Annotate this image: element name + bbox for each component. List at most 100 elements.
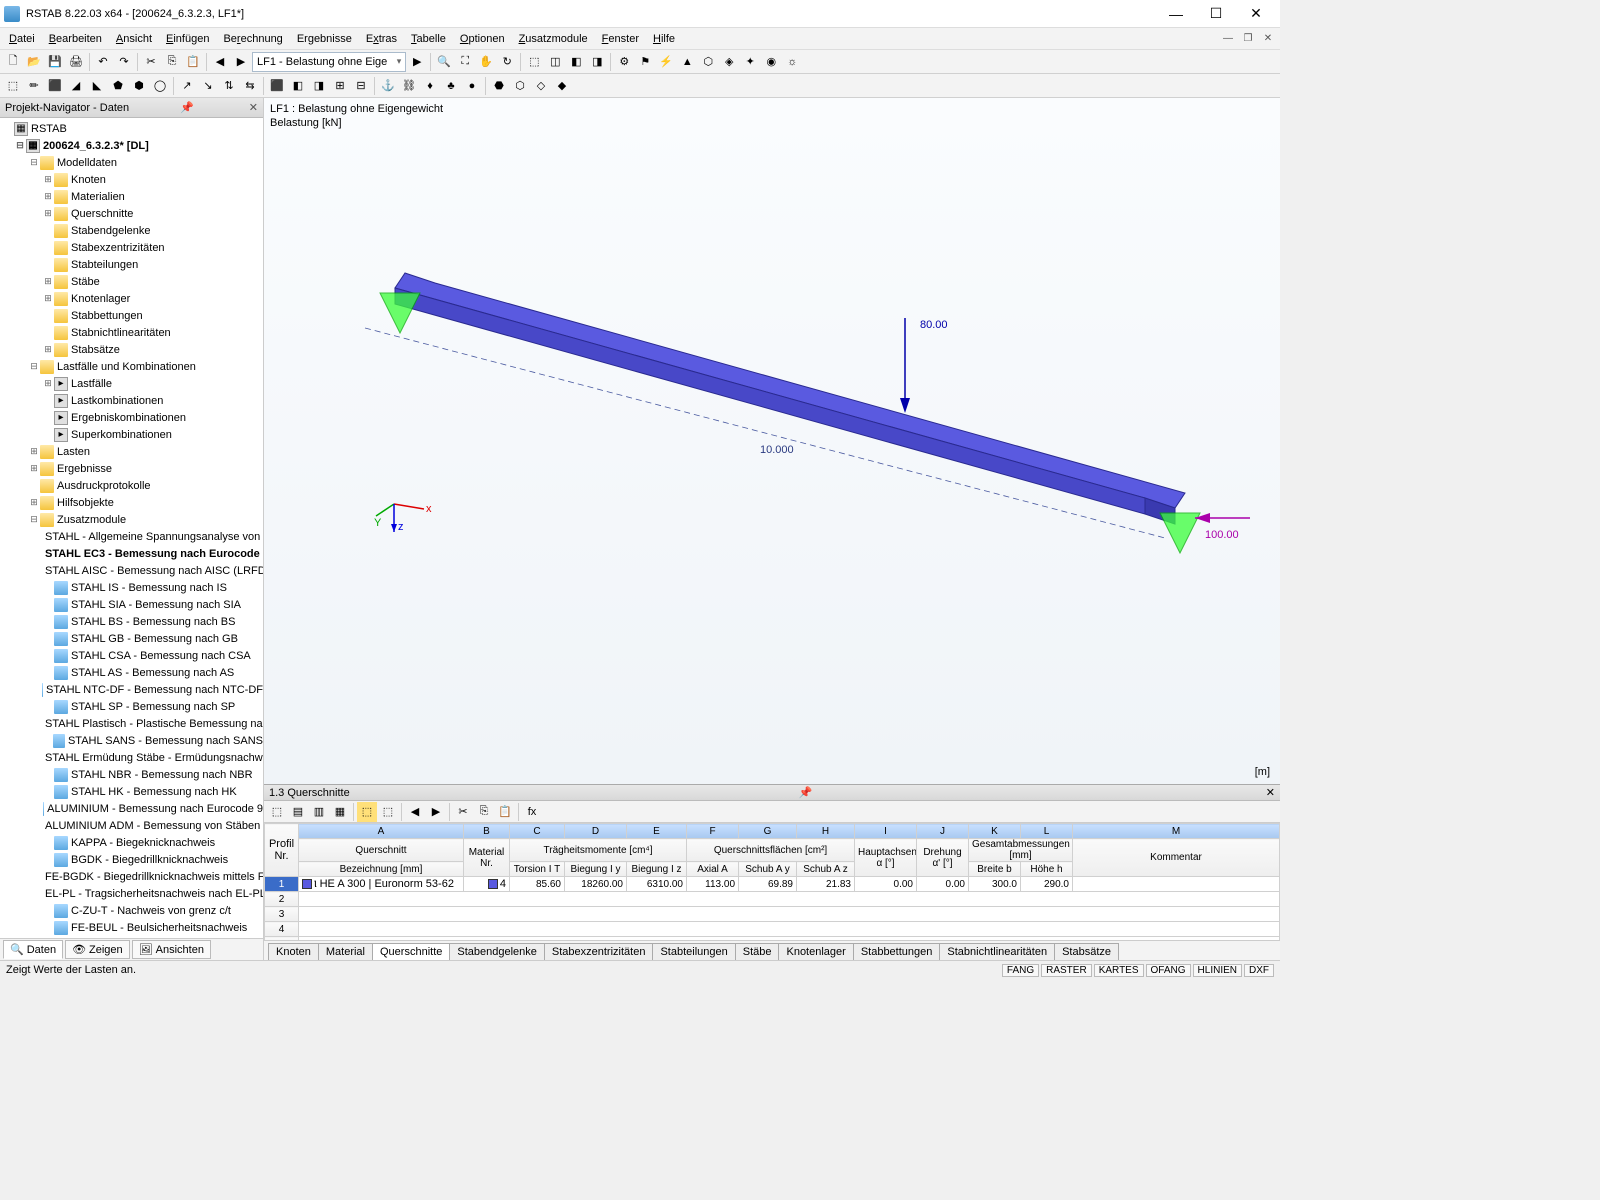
t2-w-icon[interactable]: ⬣ [489,76,509,96]
loadcase-combo[interactable]: LF1 - Belastung ohne Eige [252,52,406,72]
menu-fenster[interactable]: Fenster [595,31,646,47]
new-icon[interactable]: 🗋 [3,52,23,72]
t2-z-icon[interactable]: ◆ [552,76,572,96]
tree-module[interactable]: C-ZU-T - Nachweis von grenz c/t [0,902,263,919]
t2-r-icon[interactable]: ⚓ [378,76,398,96]
nav-close-icon[interactable]: ✕ [249,101,258,114]
maximize-button[interactable]: ☐ [1196,0,1236,28]
t2-b-icon[interactable]: ✏ [24,76,44,96]
tree-module[interactable]: STAHL SANS - Bemessung nach SANS [0,732,263,749]
copy-icon[interactable]: ⎘ [162,52,182,72]
tree-item[interactable]: ▸Ergebniskombinationen [0,409,263,426]
tree-module[interactable]: STAHL Ermüdung Stäbe - Ermüdungsnachwe [0,749,263,766]
table-tab[interactable]: Stabsätze [1054,943,1119,960]
tool-b-icon[interactable]: ◫ [545,52,565,72]
tree-ergebnisse[interactable]: ⊞Ergebnisse [0,460,263,477]
tree-item[interactable]: ⊞Querschnitte [0,205,263,222]
tree-root[interactable]: ▦RSTAB [0,120,263,137]
zoom-icon[interactable]: 🔍 [434,52,454,72]
col-B[interactable]: B [464,824,510,839]
tt-l-icon[interactable]: fx [522,802,542,822]
tt-b-icon[interactable]: ▤ [288,802,308,822]
tree-item[interactable]: Stabendgelenke [0,222,263,239]
table-tab[interactable]: Material [318,943,373,960]
col-F[interactable]: F [687,824,739,839]
tool-f-icon[interactable]: ⚑ [635,52,655,72]
tool-d-icon[interactable]: ◨ [587,52,607,72]
tt-a-icon[interactable]: ⬚ [267,802,287,822]
status-toggle[interactable]: RASTER [1041,964,1092,977]
menu-zusatzmodule[interactable]: Zusatzmodule [512,31,595,47]
t2-a-icon[interactable]: ⬚ [3,76,23,96]
paste-icon[interactable]: 📋 [183,52,203,72]
menu-einfuegen[interactable]: Einfügen [159,31,216,47]
col-L[interactable]: L [1021,824,1073,839]
table-row[interactable]: 1 Ⲓ HE A 300 | Euronorm 53-62 4 85.60 18… [265,877,1280,892]
tool-j-icon[interactable]: ◈ [719,52,739,72]
tree-module[interactable]: BGDK - Biegedrillknicknachweis [0,851,263,868]
tree-module[interactable]: STAHL SIA - Bemessung nach SIA [0,596,263,613]
pan-icon[interactable]: ✋ [476,52,496,72]
table-close-icon[interactable]: ✕ [1266,786,1275,799]
tt-c-icon[interactable]: ▥ [309,802,329,822]
open-icon[interactable]: 📂 [24,52,44,72]
table-tab[interactable]: Stabexzentrizitäten [544,943,654,960]
t2-x-icon[interactable]: ⬡ [510,76,530,96]
t2-s-icon[interactable]: ⛓ [399,76,419,96]
t2-c-icon[interactable]: ⬛ [45,76,65,96]
tool-e-icon[interactable]: ⚙ [614,52,634,72]
mdi-close-icon[interactable]: ✕ [1260,31,1276,47]
viewport-3d[interactable]: LF1 : Belastung ohne EigengewichtBelastu… [264,98,1280,784]
tree-module[interactable]: STAHL AISC - Bemessung nach AISC (LRFD o [0,562,263,579]
table-tab[interactable]: Stabnichtlinearitäten [939,943,1055,960]
tree-item[interactable]: ▸Superkombinationen [0,426,263,443]
tree-module[interactable]: FE-BEUL - Beulsicherheitsnachweis [0,919,263,936]
tool-l-icon[interactable]: ◉ [761,52,781,72]
tree-module[interactable]: STAHL BS - Bemessung nach BS [0,613,263,630]
tool-a-icon[interactable]: ⬚ [524,52,544,72]
mdi-restore-icon[interactable]: ❐ [1240,31,1256,47]
tree-module[interactable]: STAHL NBR - Bemessung nach NBR [0,766,263,783]
tree-ausdruck[interactable]: Ausdruckprotokolle [0,477,263,494]
tree-hilfs[interactable]: ⊞Hilfsobjekte [0,494,263,511]
tree-module[interactable]: STAHL IS - Bemessung nach IS [0,579,263,596]
table-tab[interactable]: Stabbettungen [853,943,941,960]
close-button[interactable]: ✕ [1236,0,1276,28]
t2-m-icon[interactable]: ⬛ [267,76,287,96]
tree-module[interactable]: STAHL Plastisch - Plastische Bemessung n… [0,715,263,732]
tree-model[interactable]: ⊟▦200624_6.3.2.3* [DL] [0,137,263,154]
menu-ansicht[interactable]: Ansicht [109,31,159,47]
nav-tab-ansichten[interactable]: 🖼Ansichten [132,940,211,959]
table-tab[interactable]: Knotenlager [778,943,853,960]
col-D[interactable]: D [565,824,627,839]
table-tab[interactable]: Stäbe [735,943,780,960]
tree-item[interactable]: ⊞Materialien [0,188,263,205]
tt-k-icon[interactable]: 📋 [495,802,515,822]
t2-n-icon[interactable]: ◧ [288,76,308,96]
table-pin-icon[interactable]: 📌 [799,786,813,799]
nav-next2-icon[interactable]: ▶ [407,52,427,72]
minimize-button[interactable]: — [1156,0,1196,28]
tt-g-icon[interactable]: ◀ [405,802,425,822]
nav-prev-icon[interactable]: ◀ [210,52,230,72]
t2-y-icon[interactable]: ◇ [531,76,551,96]
tool-k-icon[interactable]: ✦ [740,52,760,72]
table-tab[interactable]: Stabteilungen [652,943,735,960]
menu-datei[interactable]: Datei [2,31,42,47]
col-G[interactable]: G [739,824,797,839]
t2-d-icon[interactable]: ◢ [66,76,86,96]
tree[interactable]: ▦RSTAB ⊟▦200624_6.3.2.3* [DL] ⊟Modelldat… [0,118,263,938]
tree-module[interactable]: ALUMINIUM ADM - Bemessung von Stäben a [0,817,263,834]
col-I[interactable]: I [855,824,917,839]
tree-item[interactable]: Stabnichtlinearitäten [0,324,263,341]
grid[interactable]: Profil Nr. A B C D E F G H I J K L M [264,823,1280,940]
t2-j-icon[interactable]: ↘ [198,76,218,96]
table-tab[interactable]: Knoten [268,943,319,960]
tt-h-icon[interactable]: ▶ [426,802,446,822]
mdi-minimize-icon[interactable]: — [1220,31,1236,47]
t2-e-icon[interactable]: ◣ [87,76,107,96]
col-profil[interactable]: Profil Nr. [265,824,299,877]
tt-f-icon[interactable]: ⬚ [378,802,398,822]
t2-v-icon[interactable]: ● [462,76,482,96]
status-toggle[interactable]: DXF [1244,964,1274,977]
